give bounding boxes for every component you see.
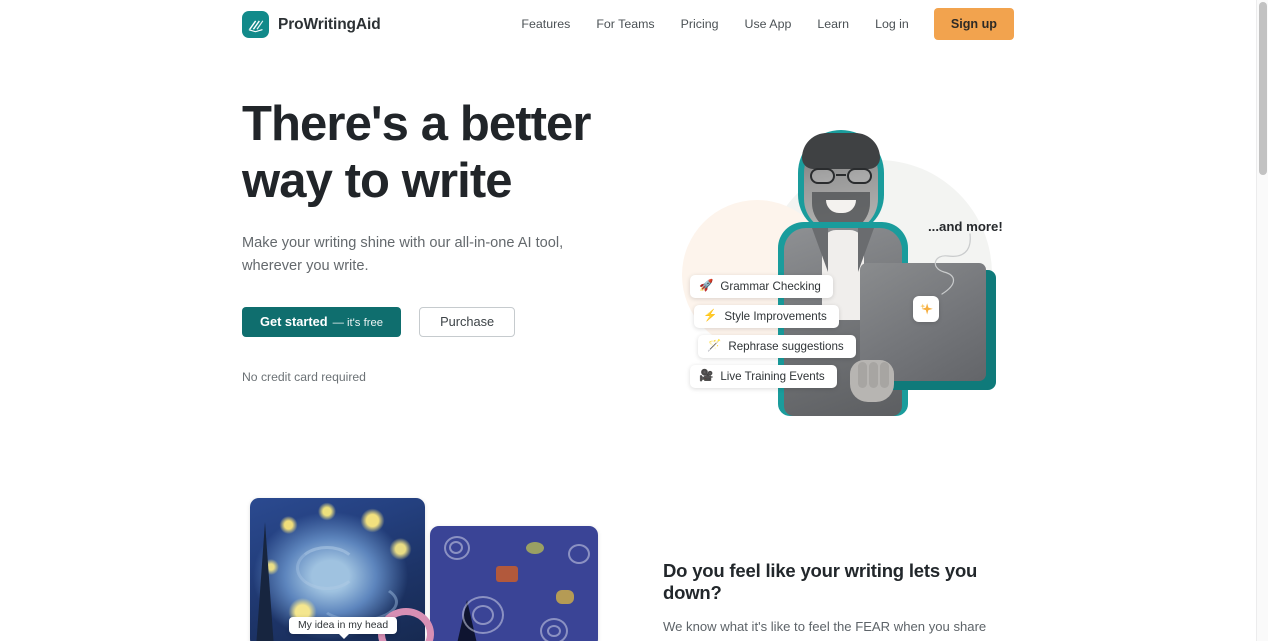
hero-subtitle: Make your writing shine with our all-in-…	[242, 235, 564, 274]
hero-title-line-1: There's a better	[242, 97, 591, 151]
rocket-icon: 🚀	[699, 279, 714, 292]
sparkles-icon	[913, 296, 939, 322]
feature-pill-rephrase-suggestions[interactable]: 🪄 Rephrase suggestions	[698, 335, 856, 358]
artwork-comparison: My idea in my head	[250, 498, 620, 641]
lower-body-text: We know what it's like to feel the FEAR …	[663, 619, 1005, 641]
idea-label: My idea in my head	[289, 617, 398, 639]
feature-pill-live-training-events[interactable]: 🎥 Live Training Events	[690, 365, 837, 388]
page-root: ProWritingAid Features For Teams Pricing…	[0, 0, 1256, 641]
crude-spiral-3-inner	[547, 625, 561, 637]
book-pages-icon	[242, 11, 269, 38]
glasses-icon	[810, 168, 872, 184]
feature-pill-list: 🚀 Grammar Checking ⚡ Style Improvements …	[690, 275, 856, 395]
feature-pill-style-improvements[interactable]: ⚡ Style Improvements	[694, 305, 839, 328]
person-finger-3	[880, 362, 889, 388]
person-collar-left	[812, 228, 828, 272]
crude-star-3	[496, 566, 518, 582]
nav-link-features[interactable]: Features	[508, 9, 583, 39]
scrollbar-thumb[interactable]	[1259, 2, 1267, 175]
feature-pill-label: Style Improvements	[724, 310, 827, 323]
lower-copy: Do you feel like your writing lets you d…	[663, 560, 1023, 641]
feature-pill-label: Grammar Checking	[720, 280, 821, 293]
glasses-lens-left	[810, 168, 835, 184]
site-header: ProWritingAid Features For Teams Pricing…	[0, 0, 1256, 48]
get-started-label: Get started	[260, 314, 328, 329]
video-camera-icon: 🎥	[699, 369, 714, 382]
hero-actions: Get started — it's free Purchase	[242, 307, 622, 337]
crude-spiral-4	[568, 544, 590, 564]
nav-link-use-app[interactable]: Use App	[732, 9, 805, 39]
lower-heading: Do you feel like your writing lets you d…	[663, 560, 978, 603]
magic-wand-icon: 🪄	[707, 339, 722, 352]
feature-pill-label: Live Training Events	[720, 370, 825, 383]
nav-link-for-teams[interactable]: For Teams	[583, 9, 667, 39]
person-finger-2	[869, 362, 878, 388]
sign-up-button[interactable]: Sign up	[933, 8, 1014, 40]
person-hair	[802, 133, 880, 169]
nav-link-pricing[interactable]: Pricing	[668, 9, 732, 39]
curved-arrow-line	[934, 233, 971, 295]
lightning-icon: ⚡	[703, 309, 718, 322]
no-credit-card-note: No credit card required	[242, 370, 366, 384]
crude-star-2	[556, 590, 574, 604]
crude-star-1	[526, 542, 544, 554]
nav-link-log-in[interactable]: Log in	[862, 9, 922, 39]
glasses-bridge	[836, 174, 846, 176]
get-started-button[interactable]: Get started — it's free	[242, 307, 402, 337]
hero-title-line-2: way to write	[242, 154, 513, 208]
crude-spiral-1-inner	[449, 541, 463, 554]
brand-logo[interactable]: ProWritingAid	[242, 11, 381, 38]
purchase-button[interactable]: Purchase	[419, 307, 516, 337]
hero-copy: There's a better way to write Make your …	[242, 96, 622, 384]
brand-name: ProWritingAid	[278, 15, 381, 33]
person-finger-1	[858, 362, 867, 388]
feature-pill-grammar-checking[interactable]: 🚀 Grammar Checking	[690, 275, 833, 298]
lower-section: My idea in my head Do you feel like your…	[0, 448, 1256, 641]
page-scrollbar[interactable]: ▲	[1256, 0, 1268, 641]
crude-artwork	[430, 526, 598, 641]
hero-illustration: ...and more! 🚀 Grammar Checking ⚡ Style …	[660, 108, 1020, 438]
feature-pill-label: Rephrase suggestions	[728, 340, 844, 353]
crude-spiral-2-inner	[472, 605, 494, 625]
get-started-free-note: — it's free	[332, 317, 384, 329]
nav-link-learn[interactable]: Learn	[804, 9, 862, 39]
glasses-lens-right	[847, 168, 872, 184]
hero-section: There's a better way to write Make your …	[0, 48, 1256, 448]
cypress-tree	[256, 522, 274, 641]
main-nav: Features For Teams Pricing Use App Learn…	[508, 8, 1014, 40]
page-title: There's a better way to write	[242, 96, 622, 210]
